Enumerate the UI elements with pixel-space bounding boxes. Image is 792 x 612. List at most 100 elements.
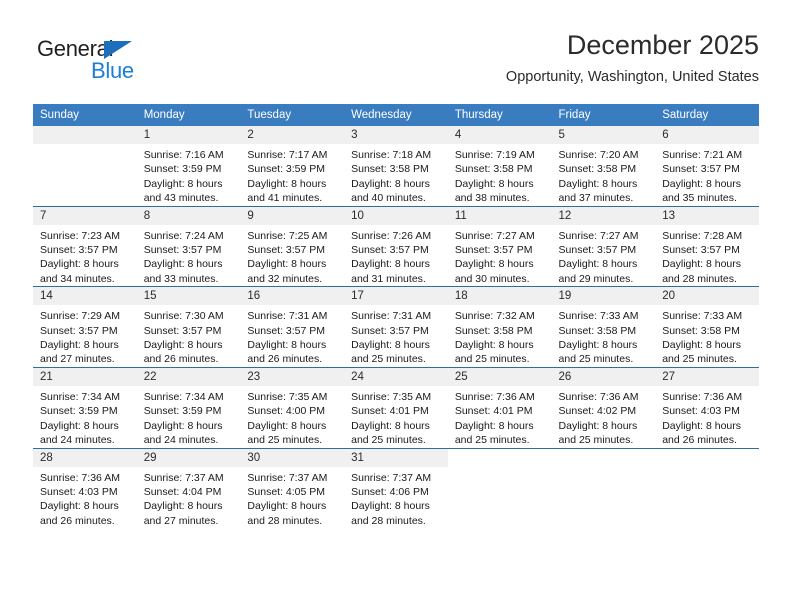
calendar-day-cell[interactable]: 25 Sunrise: 7:36 AM Sunset: 4:01 PM Dayligh… [447,366,552,448]
calendar-day-cell[interactable]: 15 Sunrise: 7:30 AM Sunset: 3:57 PM Dayligh… [136,286,241,368]
daylight-duration-line1: Daylight: 8 hours [143,258,223,271]
daylight-duration-line1: Daylight: 8 hours [143,339,223,352]
calendar-day-cell[interactable]: 10 Sunrise: 7:26 AM Sunset: 3:57 PM Dayligh… [344,205,448,287]
weekday-header-friday: Friday [551,104,656,126]
sunrise-time: Sunrise: 7:31 AM [247,310,328,323]
daylight-duration-line2: and 38 minutes. [454,192,530,205]
daylight-duration-line2: and 40 minutes. [351,192,426,205]
calendar-day-cell[interactable]: 8 Sunrise: 7:24 AM Sunset: 3:57 PM Daylight… [136,205,241,287]
day-number: 24 [344,367,448,386]
sunset-time: Sunset: 3:57 PM [247,244,326,257]
daylight-duration-line1: Daylight: 8 hours [558,177,638,190]
day-number: 14 [33,287,137,306]
calendar-day-cell[interactable]: 1 Sunrise: 7:16 AM Sunset: 3:59 PM Daylight… [136,126,241,207]
sunrise-time: Sunrise: 7:36 AM [454,390,535,403]
daylight-duration-line2: and 29 minutes. [558,272,634,285]
sunset-time: Sunset: 3:58 PM [351,163,429,176]
calendar-day-cell[interactable]: 11 Sunrise: 7:27 AM Sunset: 3:57 PM Dayligh… [447,205,552,287]
day-number: 21 [33,367,137,386]
calendar-day-cell[interactable]: 18 Sunrise: 7:32 AM Sunset: 3:58 PM Dayligh… [447,286,552,368]
day-details: Sunrise: 7:27 AM Sunset: 3:57 PM Daylight:… [448,225,552,287]
day-number: 16 [240,287,345,306]
calendar-day-cell[interactable]: 21 Sunrise: 7:34 AM Sunset: 3:59 PM Dayligh… [33,366,137,448]
general-blue-logo[interactable]: General Blue [33,36,233,88]
calendar-day-cell[interactable]: 4 Sunrise: 7:19 AM Sunset: 3:58 PM Daylight… [447,126,552,207]
calendar-day-cell[interactable]: 27 Sunrise: 7:36 AM Sunset: 4:03 PM Dayligh… [655,366,759,448]
calendar-day-cell[interactable]: 31 Sunrise: 7:37 AM Sunset: 4:06 PM Dayligh… [344,447,448,529]
daylight-duration-line2: and 41 minutes. [247,192,323,205]
calendar-day-cell[interactable]: 19 Sunrise: 7:33 AM Sunset: 3:58 PM Dayligh… [551,286,656,368]
daylight-duration-line2: and 28 minutes. [351,514,426,527]
day-details: Sunrise: 7:21 AM Sunset: 3:57 PM Daylight:… [655,144,759,206]
day-number: 17 [344,287,448,306]
day-details: Sunrise: 7:33 AM Sunset: 3:58 PM Daylight:… [552,305,656,367]
calendar-day-cell[interactable]: 24 Sunrise: 7:35 AM Sunset: 4:01 PM Dayligh… [344,366,448,448]
sunset-time: Sunset: 4:06 PM [351,485,429,498]
daylight-duration-line1: Daylight: 8 hours [143,500,223,513]
calendar-day-cell[interactable]: 22 Sunrise: 7:34 AM Sunset: 3:59 PM Dayligh… [136,366,241,448]
day-number: 9 [240,206,345,225]
calendar-day-cell[interactable]: 29 Sunrise: 7:37 AM Sunset: 4:04 PM Dayligh… [136,447,241,529]
day-details: Sunrise: 7:23 AM Sunset: 3:57 PM Daylight:… [33,225,137,287]
sunrise-time: Sunrise: 7:26 AM [351,229,432,242]
calendar-day-cell[interactable]: 9 Sunrise: 7:25 AM Sunset: 3:57 PM Daylight… [240,205,345,287]
daylight-duration-line2: and 25 minutes. [558,434,634,447]
sunset-time: Sunset: 3:59 PM [143,405,222,418]
calendar-day-cell[interactable]: 6 Sunrise: 7:21 AM Sunset: 3:57 PM Daylight… [655,126,759,207]
daylight-duration-line2: and 25 minutes. [247,434,323,447]
title-block: December 2025 Opportunity, Washington, U… [506,28,759,88]
daylight-duration-line2: and 24 minutes. [40,434,115,447]
daylight-duration-line1: Daylight: 8 hours [40,500,119,513]
day-number: 12 [551,206,656,225]
sunset-time: Sunset: 3:59 PM [247,163,326,176]
calendar-week-row: 21 Sunrise: 7:34 AM Sunset: 3:59 PM Dayligh… [33,366,759,448]
calendar-day-cell[interactable]: 26 Sunrise: 7:36 AM Sunset: 4:02 PM Dayligh… [551,366,656,448]
calendar-day-cell[interactable]: 13 Sunrise: 7:28 AM Sunset: 3:57 PM Dayligh… [655,205,759,287]
calendar-page: General Blue December 2025 Opportunity, … [0,0,792,612]
calendar-day-cell[interactable]: 3 Sunrise: 7:18 AM Sunset: 3:58 PM Daylight… [344,126,448,207]
day-number: 29 [136,448,241,467]
day-number: 15 [136,287,241,306]
calendar-day-cell[interactable]: 12 Sunrise: 7:27 AM Sunset: 3:57 PM Dayligh… [551,205,656,287]
sunset-time: Sunset: 3:58 PM [662,324,740,337]
day-number: 5 [551,126,656,144]
sunset-time: Sunset: 3:58 PM [558,324,637,337]
daylight-duration-line1: Daylight: 8 hours [247,258,327,271]
page-subtitle: Opportunity, Washington, United States [505,69,759,85]
weekday-headers: Sunday Monday Tuesday Wednesday Thursday Frid… [33,104,759,126]
daylight-duration-line2: and 35 minutes. [662,192,737,205]
sunrise-sunset-calendar: Sunday Monday Tuesday Wednesday Thursday Frid… [33,104,759,529]
sunset-time: Sunset: 3:57 PM [662,163,740,176]
daylight-duration-line2: and 33 minutes. [143,272,219,285]
calendar-day-cell[interactable]: 5 Sunrise: 7:20 AM Sunset: 3:58 PM Daylight… [551,126,656,207]
daylight-duration-line1: Daylight: 8 hours [454,177,534,190]
daylight-duration-line1: Daylight: 8 hours [454,339,534,352]
day-details: Sunrise: 7:25 AM Sunset: 3:57 PM Daylight:… [240,225,344,287]
day-number: 2 [240,126,345,144]
daylight-duration-line2: and 25 minutes. [454,353,530,366]
calendar-day-cell[interactable]: 14 Sunrise: 7:29 AM Sunset: 3:57 PM Dayligh… [33,286,137,368]
sunrise-time: Sunrise: 7:29 AM [40,310,120,323]
day-number: 3 [344,126,448,144]
sunset-time: Sunset: 4:02 PM [558,405,637,418]
calendar-day-cell[interactable]: 17 Sunrise: 7:31 AM Sunset: 3:57 PM Dayligh… [344,286,448,368]
sunrise-time: Sunrise: 7:24 AM [143,229,224,242]
calendar-day-cell[interactable]: 30 Sunrise: 7:37 AM Sunset: 4:05 PM Dayligh… [240,447,345,529]
calendar-week-row: 14 Sunrise: 7:29 AM Sunset: 3:57 PM Dayligh… [33,286,759,368]
day-number: 25 [447,367,552,386]
sunset-time: Sunset: 4:04 PM [143,485,222,498]
day-number: 1 [136,126,241,144]
daylight-duration-line1: Daylight: 8 hours [558,339,638,352]
calendar-day-cell[interactable]: 20 Sunrise: 7:33 AM Sunset: 3:58 PM Dayligh… [655,286,759,368]
calendar-day-cell[interactable]: 16 Sunrise: 7:31 AM Sunset: 3:57 PM Dayligh… [240,286,345,368]
day-details: Sunrise: 7:35 AM Sunset: 4:01 PM Daylight:… [344,386,448,448]
day-number: 10 [344,206,448,225]
daylight-duration-line2: and 37 minutes. [558,192,634,205]
calendar-day-cell[interactable]: 23 Sunrise: 7:35 AM Sunset: 4:00 PM Dayligh… [240,366,345,448]
sunrise-time: Sunrise: 7:33 AM [558,310,639,323]
calendar-day-cell[interactable]: 7 Sunrise: 7:23 AM Sunset: 3:57 PM Daylight… [33,205,137,287]
day-details: Sunrise: 7:31 AM Sunset: 3:57 PM Daylight:… [240,305,344,367]
calendar-day-cell[interactable]: 2 Sunrise: 7:17 AM Sunset: 3:59 PM Daylight… [240,126,345,207]
calendar-day-cell[interactable]: 28 Sunrise: 7:36 AM Sunset: 4:03 PM Dayligh… [33,447,137,529]
sunrise-time: Sunrise: 7:35 AM [247,390,328,403]
